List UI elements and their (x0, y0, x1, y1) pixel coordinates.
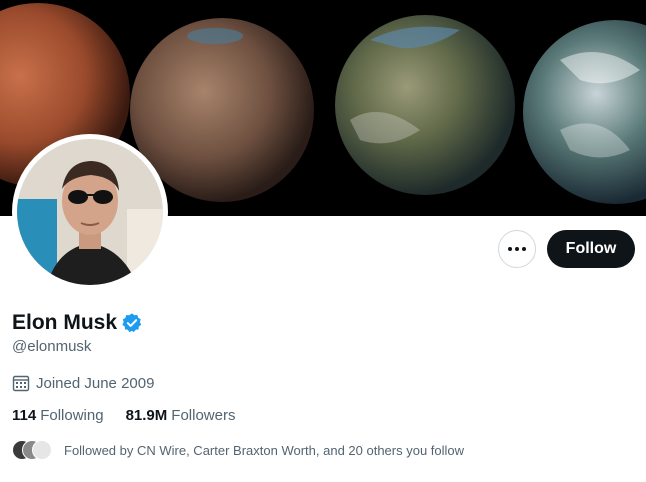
calendar-icon (12, 375, 30, 392)
followed-by-row[interactable]: Followed by CN Wire, Carter Braxton Wort… (12, 438, 464, 462)
ellipsis-icon (508, 247, 526, 251)
following-link[interactable]: 114 Following (12, 407, 104, 424)
profile-name-row: Elon Musk (12, 311, 143, 335)
more-options-button[interactable] (498, 230, 536, 268)
following-count: 114 (12, 407, 37, 424)
followed-by-text: Followed by CN Wire, Carter Braxton Wort… (64, 442, 465, 458)
joined-date-text: Joined June 2009 (36, 374, 155, 392)
profile-name: Elon Musk (12, 311, 118, 334)
profile-handle: @elonmusk (12, 338, 92, 355)
follow-stats: 114 Following 81.9M Followers (12, 407, 235, 424)
followed-by-avatars (12, 438, 52, 462)
verified-badge-icon (122, 313, 142, 333)
follower-avatar (32, 440, 52, 460)
followers-label: Followers (171, 407, 236, 424)
followers-count: 81.9M (125, 407, 168, 424)
followers-link[interactable]: 81.9M Followers (126, 407, 236, 424)
joined-date-row: Joined June 2009 (12, 374, 154, 392)
profile-avatar[interactable] (12, 134, 168, 290)
follow-button[interactable]: Follow (547, 230, 635, 268)
following-label: Following (40, 407, 104, 424)
